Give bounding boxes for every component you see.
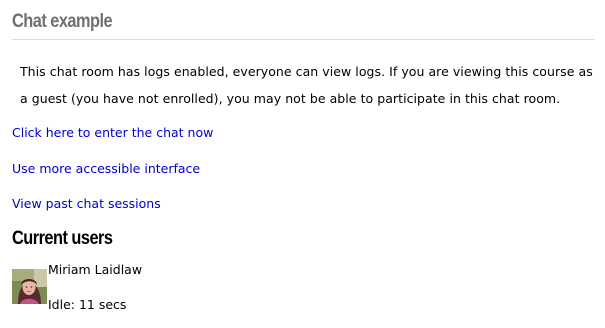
- title-divider: [12, 39, 595, 40]
- past-chat-sessions-link[interactable]: View past chat sessions: [12, 196, 161, 212]
- current-users-heading: Current users: [12, 228, 113, 249]
- user-photo-icon: [12, 269, 47, 304]
- user-name[interactable]: Miriam Laidlaw: [48, 262, 142, 278]
- chat-intro-text: This chat room has logs enabled, everyon…: [20, 64, 593, 106]
- user-avatar[interactable]: [12, 269, 47, 304]
- user-idle-time: Idle: 11 secs: [48, 297, 127, 312]
- accessible-interface-link[interactable]: Use more accessible interface: [12, 161, 200, 177]
- current-user-item: Miriam Laidlaw Idle: 11 secs: [12, 262, 312, 322]
- enter-chat-link[interactable]: Click here to enter the chat now: [12, 125, 213, 141]
- page-title: Chat example: [12, 11, 113, 32]
